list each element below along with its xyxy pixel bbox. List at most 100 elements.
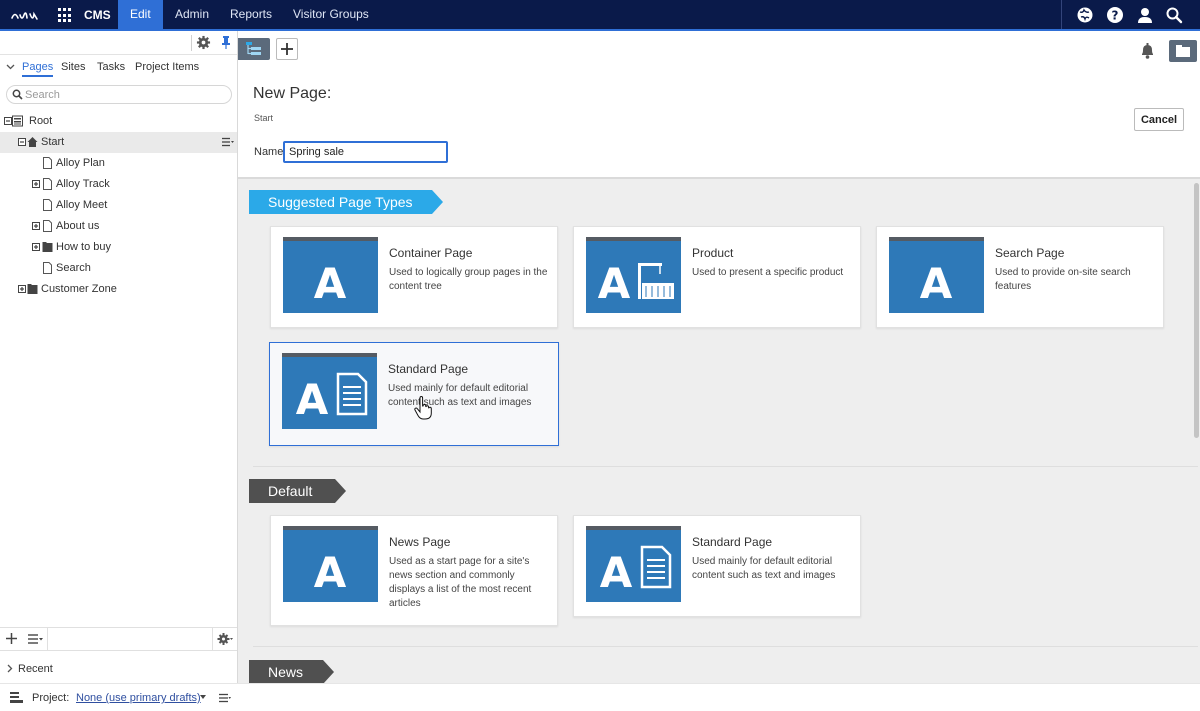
- page-type-card-standard-page-default[interactable]: A Standard Page Used mainly for default …: [573, 515, 861, 617]
- tree-node-how-to-buy[interactable]: How to buy: [0, 237, 237, 258]
- product-name: CMS: [84, 8, 111, 22]
- card-description: Used to logically group pages in the con…: [389, 267, 548, 292]
- cancel-button[interactable]: Cancel: [1134, 108, 1184, 131]
- tree-node-root[interactable]: Root: [0, 111, 237, 132]
- toggle-tree-button[interactable]: [238, 38, 270, 60]
- expand-icon[interactable]: [18, 285, 26, 293]
- bell-icon[interactable]: [1140, 42, 1155, 59]
- tree-node-customer-zone[interactable]: Customer Zone: [0, 279, 237, 300]
- card-description: Used to provide on-site search features: [995, 267, 1131, 292]
- svg-text:?: ?: [1112, 9, 1119, 23]
- tree-node-alloy-meet[interactable]: Alloy Meet: [0, 195, 237, 216]
- tree-node-alloy-plan[interactable]: Alloy Plan: [0, 153, 237, 174]
- recent-label: Recent: [18, 663, 53, 675]
- caret-down-icon[interactable]: [200, 695, 206, 699]
- home-icon: [27, 137, 38, 147]
- nav-edit[interactable]: Edit: [118, 0, 163, 29]
- page-type-letter-icon: A: [283, 526, 378, 602]
- tab-project-items[interactable]: Project Items: [135, 61, 199, 73]
- recent-section[interactable]: Recent: [0, 658, 237, 680]
- tab-tasks[interactable]: Tasks: [97, 61, 125, 73]
- card-description: Used mainly for default editorial conten…: [692, 556, 836, 581]
- search-icon[interactable]: [1165, 6, 1183, 24]
- page-type-card-search-page[interactable]: A Search Page Used to provide on-site se…: [876, 226, 1164, 328]
- page-type-card-container-page[interactable]: A Container Page Used to logically group…: [270, 226, 558, 328]
- tree-search-input[interactable]: [25, 87, 225, 102]
- pane-tabs: Pages Sites Tasks Project Items: [0, 59, 237, 77]
- card-title: Product: [692, 246, 734, 260]
- tab-pages[interactable]: Pages: [22, 61, 54, 77]
- help-icon[interactable]: ?: [1106, 6, 1124, 24]
- page-title: New Page:: [253, 85, 332, 102]
- pin-icon[interactable]: [220, 35, 232, 50]
- scrollbar[interactable]: [1194, 183, 1199, 438]
- toolbar-divider: [212, 628, 213, 651]
- app-grid-icon[interactable]: [58, 8, 73, 23]
- tree-node-label: Alloy Plan: [56, 157, 105, 169]
- tree-node-label: About us: [56, 220, 100, 232]
- menu-icon[interactable]: [219, 693, 231, 703]
- section-divider: [253, 466, 1198, 467]
- pane-bottom-toolbar: [0, 627, 237, 651]
- main-content: New Page: Start Cancel Name Suggested Pa…: [238, 31, 1200, 683]
- nav-visitor-groups[interactable]: Visitor Groups: [281, 0, 381, 29]
- tree-search-box: [6, 85, 232, 104]
- tree-node-start[interactable]: Start: [0, 132, 237, 153]
- tree-node-label: Search: [56, 262, 91, 274]
- plus-icon: [281, 43, 293, 55]
- page-icon: [43, 262, 52, 274]
- add-content-button[interactable]: [276, 38, 298, 60]
- page-icon: [43, 220, 52, 232]
- context-menu-icon[interactable]: [222, 137, 234, 147]
- expand-icon[interactable]: [32, 243, 40, 251]
- nav-divider: [1061, 0, 1062, 29]
- assets-pane-button[interactable]: [1169, 40, 1197, 62]
- tree-node-label: Start: [41, 136, 65, 148]
- card-title: Container Page: [389, 246, 473, 260]
- folder-icon: [42, 242, 53, 252]
- user-icon[interactable]: [1136, 6, 1154, 24]
- chevron-down-icon[interactable]: [6, 62, 15, 71]
- card-title: Standard Page: [692, 535, 773, 549]
- svg-text:A: A: [314, 259, 347, 308]
- page-type-card-news-page[interactable]: A News Page Used as a start page for a s…: [270, 515, 558, 626]
- nav-admin[interactable]: Admin: [163, 0, 221, 29]
- page-type-document-icon: A: [282, 353, 377, 429]
- tree-node-label: Alloy Meet: [56, 199, 108, 211]
- project-selector[interactable]: None (use primary drafts): [76, 692, 201, 704]
- tree-node-search[interactable]: Search: [0, 258, 237, 279]
- chevron-right-icon[interactable]: [6, 664, 13, 673]
- toolbar-divider: [191, 35, 192, 51]
- tree-node-about-us[interactable]: About us: [0, 216, 237, 237]
- tab-sites[interactable]: Sites: [61, 61, 85, 73]
- card-description: Used as a start page for a site's news s…: [389, 556, 532, 609]
- tree-node-alloy-track[interactable]: Alloy Track: [0, 174, 237, 195]
- nav-reports[interactable]: Reports: [218, 0, 284, 29]
- project-icon: [10, 692, 23, 703]
- tree-node-label: Alloy Track: [56, 178, 110, 190]
- globe-icon[interactable]: [1076, 6, 1094, 24]
- card-title: Search Page: [995, 246, 1065, 260]
- search-icon: [12, 89, 23, 100]
- main-toolbar: [238, 31, 1200, 67]
- collapse-icon[interactable]: [4, 117, 12, 125]
- plus-icon[interactable]: [5, 632, 18, 645]
- expand-icon[interactable]: [32, 180, 40, 188]
- gear-icon[interactable]: [196, 35, 211, 50]
- page-type-card-product[interactable]: A Product Used to present a specific pro…: [573, 226, 861, 328]
- collapse-icon[interactable]: [18, 138, 26, 146]
- gear-icon[interactable]: [217, 632, 233, 646]
- root-icon: [12, 115, 23, 127]
- epi-logo-icon[interactable]: [10, 5, 42, 25]
- page-icon: [43, 199, 52, 211]
- page-type-product-icon: A: [586, 237, 681, 313]
- page-type-document-icon: A: [586, 526, 681, 602]
- toolbar-divider: [47, 628, 48, 651]
- expand-icon[interactable]: [32, 222, 40, 230]
- svg-text:A: A: [920, 259, 953, 308]
- section-header-news: News: [249, 660, 334, 683]
- page-name-input[interactable]: [283, 141, 448, 163]
- menu-icon[interactable]: [28, 633, 43, 645]
- section-divider: [253, 646, 1198, 647]
- page-type-card-standard-page[interactable]: A Standard Page Used mainly for default …: [269, 342, 559, 446]
